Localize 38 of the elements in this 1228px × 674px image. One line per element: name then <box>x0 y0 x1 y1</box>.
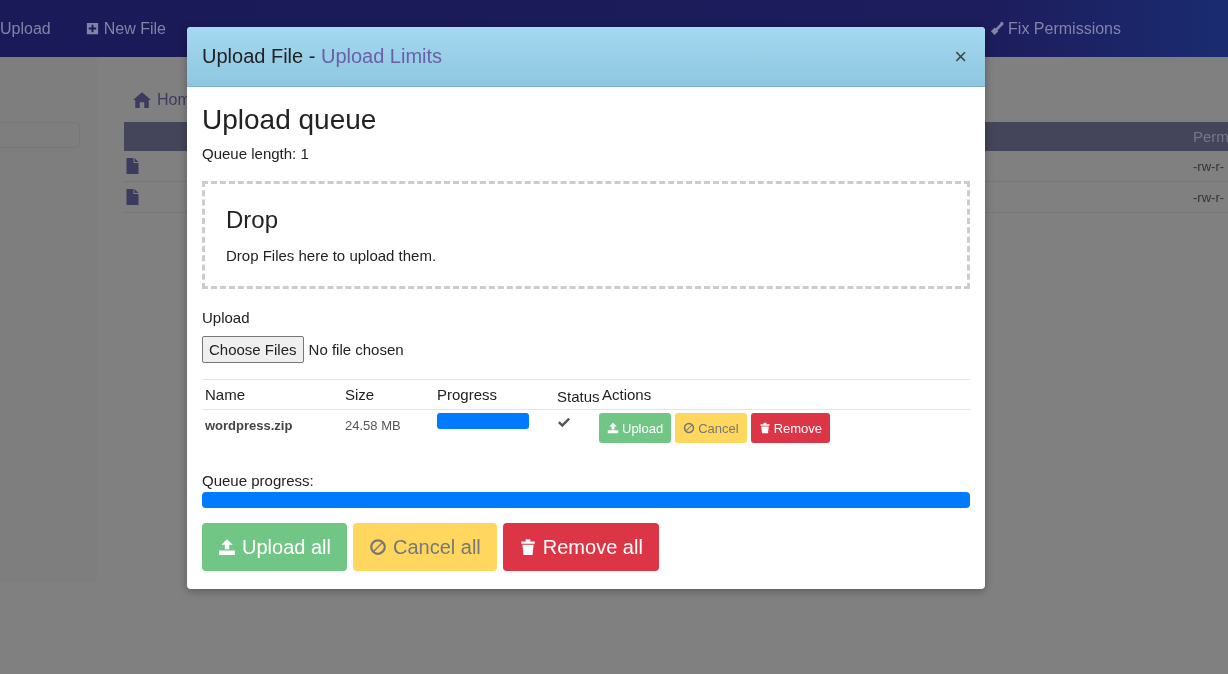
toolbar-link[interactable]: Upload <box>0 19 58 38</box>
upload-label: Upload <box>202 309 251 326</box>
choose-files-button[interactable]: Choose Files <box>202 336 304 363</box>
section-heading: Upload queue <box>202 104 378 136</box>
ban-icon <box>683 422 696 434</box>
ban-icon <box>368 538 387 556</box>
remove-all-button[interactable]: Remove all <box>502 523 659 571</box>
column-header: Status <box>556 387 599 405</box>
cancel-all-button[interactable]: Cancel all <box>352 523 497 571</box>
file-size: 24.58 MB <box>344 417 402 433</box>
close-button[interactable]: × <box>951 43 970 70</box>
file-icon <box>126 158 139 174</box>
drop-title: Drop <box>226 206 280 234</box>
file-name: wordpress.zip <box>204 417 294 433</box>
drop-zone[interactable]: Drop Drop Files here to upload them. <box>202 181 970 289</box>
toolbar-link[interactable]: New File <box>77 19 173 38</box>
column-header: Progress <box>436 386 499 403</box>
trash-icon <box>758 422 771 434</box>
upload-icon <box>218 538 236 556</box>
remove-button[interactable]: Remove <box>750 413 831 443</box>
queue-length: Queue length: 1 <box>202 145 310 162</box>
file-status: No file chosen <box>308 341 404 358</box>
upload-icon <box>607 422 619 434</box>
column-header: Actions <box>601 386 653 403</box>
drop-hint: Drop Files here to upload them. <box>226 247 438 264</box>
home-icon <box>133 91 151 108</box>
column-header: Name <box>204 386 246 403</box>
table-cell-text: -rw-r- <box>1193 189 1226 205</box>
dialog-title: Upload File - <box>202 45 317 68</box>
trash-icon <box>518 538 537 556</box>
wrench-icon <box>989 21 1005 36</box>
cancel-button[interactable]: Cancel <box>675 413 747 443</box>
queue-progress-label: Queue progress: <box>202 472 315 489</box>
toolbar-link[interactable]: Fix Permissions <box>982 19 1128 38</box>
table-cell-text: -rw-r- <box>1193 158 1226 174</box>
column-header: Size <box>344 386 376 403</box>
upload-limits-link[interactable]: Upload Limits <box>320 45 443 68</box>
file-icon <box>126 189 139 205</box>
